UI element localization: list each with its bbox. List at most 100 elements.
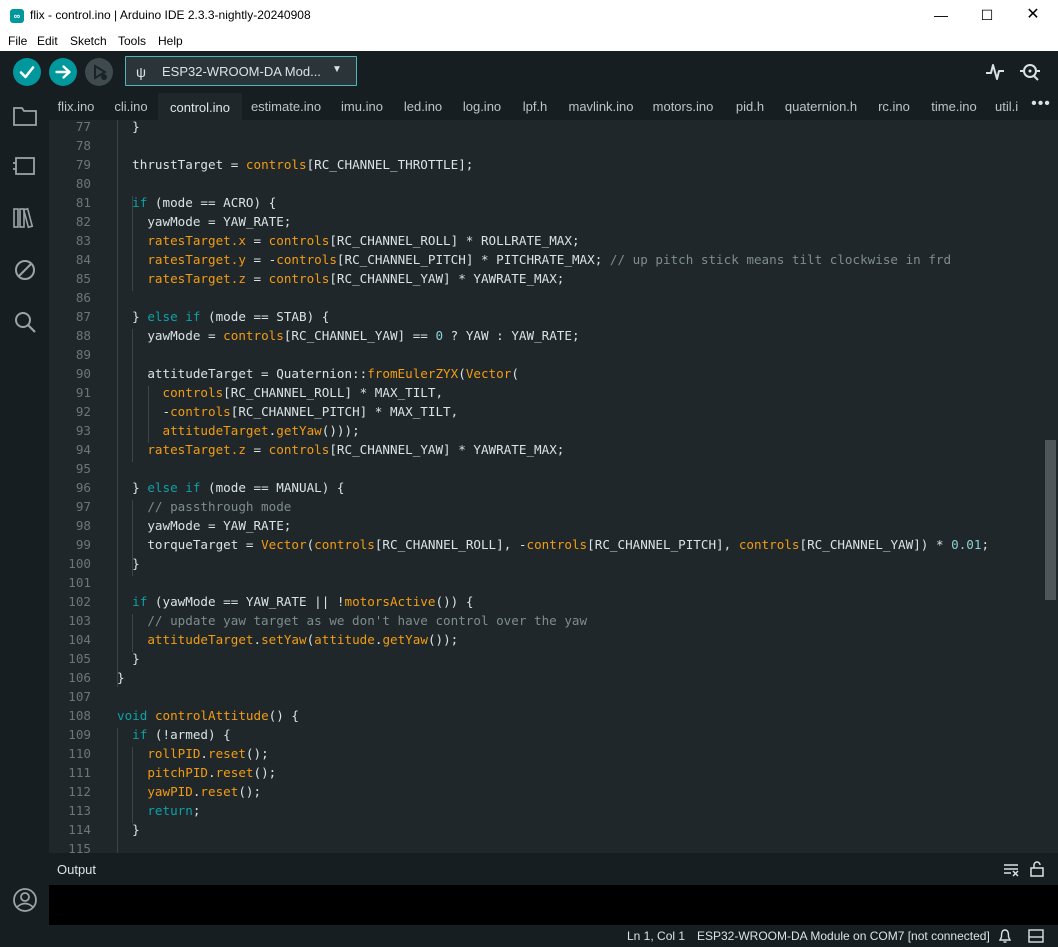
- code-line[interactable]: 113 return;: [49, 801, 1043, 820]
- output-console[interactable]: [49, 885, 1058, 925]
- code-line[interactable]: 115: [49, 839, 1043, 853]
- serial-plotter-button[interactable]: [984, 61, 1006, 88]
- code-line[interactable]: 102 if (yawMode == YAW_RATE || !motorsAc…: [49, 592, 1043, 611]
- bell-icon[interactable]: [998, 928, 1012, 944]
- tab-estimate[interactable]: estimate.ino: [243, 93, 329, 120]
- tab-lpf[interactable]: lpf.h: [513, 93, 557, 120]
- code-line[interactable]: 96 } else if (mode == MANUAL) {: [49, 478, 1043, 497]
- verify-button[interactable]: [13, 58, 41, 86]
- tab-pid[interactable]: pid.h: [723, 93, 777, 120]
- tab-control[interactable]: control.ino: [158, 93, 242, 120]
- code-line[interactable]: 100 }: [49, 554, 1043, 573]
- code-line[interactable]: 112 yawPID.reset();: [49, 782, 1043, 801]
- code-line[interactable]: 91 controls[RC_CHANNEL_ROLL] * MAX_TILT,: [49, 383, 1043, 402]
- code-line[interactable]: 103 // update yaw target as we don't hav…: [49, 611, 1043, 630]
- tab-mavlink[interactable]: mavlink.ino: [559, 93, 643, 120]
- code-line[interactable]: 84 ratesTarget.y = -controls[RC_CHANNEL_…: [49, 250, 1043, 269]
- code-line[interactable]: 87 } else if (mode == STAB) {: [49, 307, 1043, 326]
- code-line[interactable]: 78: [49, 136, 1043, 155]
- menu-tools[interactable]: Tools: [118, 34, 146, 48]
- lock-icon[interactable]: [1030, 861, 1044, 877]
- code-line[interactable]: 85 ratesTarget.z = controls[RC_CHANNEL_Y…: [49, 269, 1043, 288]
- tab-time[interactable]: time.ino: [925, 93, 983, 120]
- code-line[interactable]: 114 }: [49, 820, 1043, 839]
- check-icon: [19, 66, 35, 79]
- board-status[interactable]: ESP32-WROOM-DA Module on COM7 [not conne…: [697, 929, 990, 943]
- tab-log[interactable]: log.ino: [453, 93, 511, 120]
- line-number: 102: [68, 594, 91, 609]
- code-line[interactable]: 86: [49, 288, 1043, 307]
- tab-quaternion[interactable]: quaternion.h: [779, 93, 863, 120]
- code-line[interactable]: 97 // passthrough mode: [49, 497, 1043, 516]
- menu-sketch[interactable]: Sketch: [70, 34, 107, 48]
- code-line[interactable]: 95: [49, 459, 1043, 478]
- code-token: -: [117, 404, 171, 419]
- code-line[interactable]: 108 void controlAttitude() {: [49, 706, 1043, 725]
- folder-icon[interactable]: [12, 103, 38, 129]
- code-line[interactable]: 88 yawMode = controls[RC_CHANNEL_YAW] ==…: [49, 326, 1043, 345]
- tab-motors[interactable]: motors.ino: [645, 93, 721, 120]
- code-text: attitudeTarget.getYaw()));: [117, 421, 359, 440]
- tab-led[interactable]: led.ino: [395, 93, 451, 120]
- code-line[interactable]: 93 attitudeTarget.getYaw()));: [49, 421, 1043, 440]
- scrollbar-thumb[interactable]: [1045, 440, 1056, 600]
- code-token: yawMode =: [117, 328, 224, 343]
- code-line[interactable]: 110 rollPID.reset();: [49, 744, 1043, 763]
- code-text: yawPID.reset();: [117, 782, 261, 801]
- clear-output-icon[interactable]: [1003, 863, 1019, 877]
- code-line[interactable]: 106}: [49, 668, 1043, 687]
- debug-icon[interactable]: [12, 257, 38, 283]
- debug-button[interactable]: [85, 58, 113, 86]
- menu-help[interactable]: Help: [158, 34, 183, 48]
- code-line[interactable]: 82 yawMode = YAW_RATE;: [49, 212, 1043, 231]
- tab-imu[interactable]: imu.ino: [331, 93, 393, 120]
- tab-rc[interactable]: rc.ino: [865, 93, 923, 120]
- code-line[interactable]: 81 if (mode == ACRO) {: [49, 193, 1043, 212]
- line-number: 107: [68, 689, 91, 704]
- code-line[interactable]: 90 attitudeTarget = Quaternion::fromEule…: [49, 364, 1043, 383]
- board-icon[interactable]: [12, 153, 38, 179]
- code-line[interactable]: 89: [49, 345, 1043, 364]
- code-token: ratesTarget.z: [117, 442, 246, 457]
- code-token: controlAttitude: [154, 708, 269, 723]
- cursor-position[interactable]: Ln 1, Col 1: [627, 929, 685, 943]
- upload-button[interactable]: [49, 58, 77, 86]
- code-token: controls: [526, 537, 588, 552]
- tab-cli[interactable]: cli.ino: [105, 93, 157, 120]
- code-line[interactable]: 99 torqueTarget = Vector(controls[RC_CHA…: [49, 535, 1043, 554]
- toggle-panel-icon[interactable]: [1028, 929, 1044, 943]
- board-selector[interactable]: ψ ESP32-WROOM-DA Mod... ▼: [125, 56, 357, 86]
- code-token: getYaw: [382, 632, 428, 647]
- serial-monitor-button[interactable]: [1018, 61, 1044, 88]
- code-line[interactable]: 92 -controls[RC_CHANNEL_PITCH] * MAX_TIL…: [49, 402, 1043, 421]
- code-line[interactable]: 80: [49, 174, 1043, 193]
- tab-flix[interactable]: flix.ino: [49, 93, 103, 120]
- vertical-scrollbar[interactable]: [1043, 120, 1058, 853]
- code-token: =: [245, 442, 269, 457]
- arrow-right-icon: [55, 65, 71, 79]
- code-line[interactable]: 107: [49, 687, 1043, 706]
- menu-file[interactable]: File: [8, 34, 27, 48]
- code-line[interactable]: 111 pitchPID.reset();: [49, 763, 1043, 782]
- account-icon[interactable]: [12, 887, 38, 913]
- code-editor[interactable]: 77 } 78 79 thrustTarget = controls[RC_CHAN…: [49, 120, 1058, 853]
- code-line[interactable]: 83 ratesTarget.x = controls[RC_CHANNEL_R…: [49, 231, 1043, 250]
- code-line[interactable]: 101: [49, 573, 1043, 592]
- more-tabs-button[interactable]: •••: [1024, 93, 1058, 120]
- search-icon[interactable]: [12, 309, 38, 335]
- code-line[interactable]: 94 ratesTarget.z = controls[RC_CHANNEL_Y…: [49, 440, 1043, 459]
- maximize-button[interactable]: ☐: [964, 0, 1010, 32]
- code-line[interactable]: 98 yawMode = YAW_RATE;: [49, 516, 1043, 535]
- code-line[interactable]: 77 }: [49, 120, 1043, 136]
- minimize-button[interactable]: —: [918, 0, 964, 32]
- code-line[interactable]: 105 }: [49, 649, 1043, 668]
- code-line[interactable]: 104 attitudeTarget.setYaw(attitude.getYa…: [49, 630, 1043, 649]
- code-token: ();: [245, 746, 269, 761]
- code-token: thrustTarget =: [117, 157, 246, 172]
- close-button[interactable]: ✕: [1010, 0, 1056, 32]
- code-line[interactable]: 109 if (!armed) {: [49, 725, 1043, 744]
- library-icon[interactable]: [12, 205, 38, 231]
- code-line[interactable]: 79 thrustTarget = controls[RC_CHANNEL_TH…: [49, 155, 1043, 174]
- menu-edit[interactable]: Edit: [37, 34, 58, 48]
